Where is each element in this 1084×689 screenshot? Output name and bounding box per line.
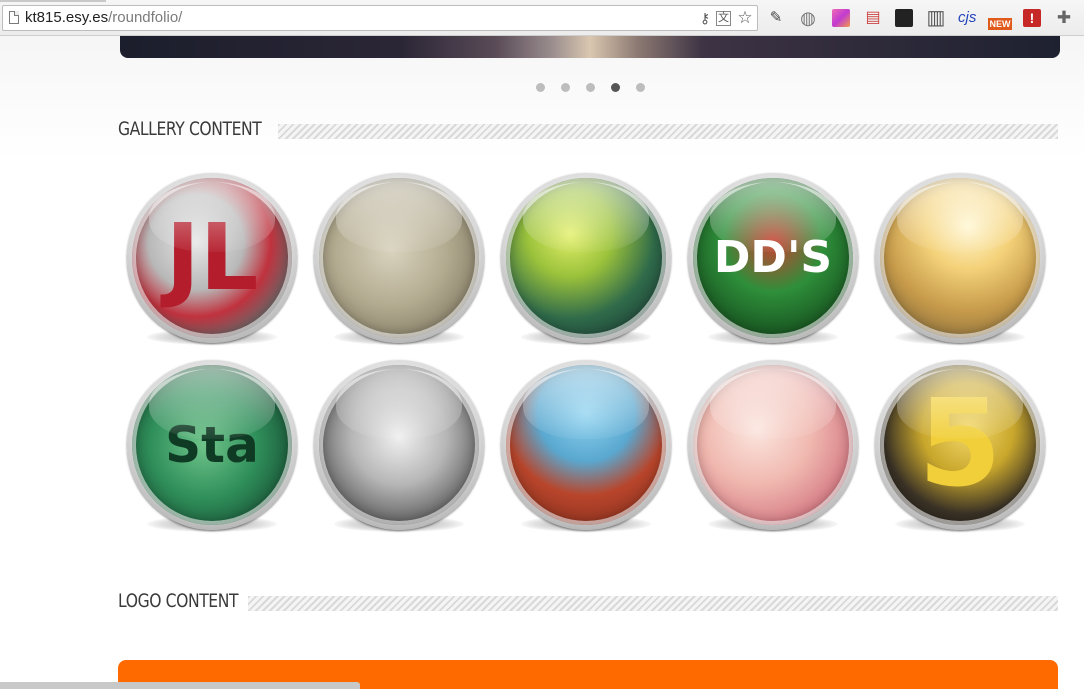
gallery-section-title: GALLERY CONTENT: [118, 118, 262, 140]
gallery-item-woman-portrait[interactable]: [688, 360, 858, 532]
gallery-item-gloss: [336, 182, 462, 252]
gallery-item-gloss: [149, 369, 275, 439]
gallery-item-gloss: [710, 369, 836, 439]
address-bar[interactable]: kt815.esy.es/roundfolio/ ⚷ 文 ☆: [2, 5, 758, 31]
browser-window: kt815.esy.es/roundfolio/ ⚷ 文 ☆ ✎ ◍ ▤ ▥ c…: [0, 0, 1084, 689]
gallery-item-gloss: [523, 182, 649, 252]
gallery-item-gloss: [897, 369, 1023, 439]
logo-section-title: LOGO CONTENT: [118, 590, 239, 612]
columns-icon[interactable]: ▥: [926, 8, 946, 28]
gallery-item-sunset-lizard[interactable]: [875, 173, 1045, 345]
page-icon: [9, 11, 19, 24]
url-text[interactable]: kt815.esy.es/roundfolio/: [25, 9, 182, 27]
globe-icon[interactable]: ◍: [798, 8, 818, 28]
logo-title-divider: [248, 596, 1058, 611]
browser-toolbar: kt815.esy.es/roundfolio/ ⚷ 文 ☆ ✎ ◍ ▤ ▥ c…: [0, 0, 1084, 36]
slider-dot-1[interactable]: [536, 83, 545, 92]
cjs-icon[interactable]: cjs: [958, 9, 976, 27]
gallery-item-astronaut[interactable]: [501, 173, 671, 345]
gallery-item-sketch-portrait[interactable]: [314, 173, 484, 345]
slider-dot-4[interactable]: [611, 83, 620, 92]
url-host: kt815.esy.es: [25, 9, 109, 26]
slider-dot-5[interactable]: [636, 83, 645, 92]
gallery-item-guitar[interactable]: [501, 360, 671, 532]
gallery-item-number-five[interactable]: 5: [875, 360, 1045, 532]
horizontal-scrollbar[interactable]: [0, 682, 360, 689]
alert-icon[interactable]: !: [1023, 9, 1041, 27]
notes-icon[interactable]: ▤: [863, 8, 883, 28]
gallery-item-city-construction[interactable]: [314, 360, 484, 532]
gallery-item-gloss: [336, 369, 462, 439]
gallery-item-stay-green[interactable]: Sta: [127, 360, 297, 532]
gallery-item-gloss: [710, 182, 836, 252]
star-icon[interactable]: ☆: [737, 9, 753, 26]
new-feed-icon[interactable]: NEW: [988, 18, 1012, 30]
gallery-item-beer-can[interactable]: DD'S: [688, 173, 858, 345]
puzzle-icon[interactable]: ✚: [1054, 8, 1074, 28]
slider-dot-3[interactable]: [586, 83, 595, 92]
active-tab-edge[interactable]: [0, 0, 106, 2]
checklist-icon[interactable]: [895, 9, 913, 27]
eyedropper-icon[interactable]: ✎: [766, 8, 786, 28]
gallery-item-gloss: [897, 182, 1023, 252]
gallery-item-gloss: [523, 369, 649, 439]
key-icon[interactable]: ⚷: [697, 10, 713, 26]
hero-slider[interactable]: [120, 36, 1060, 58]
gallery-item-gloss: [149, 182, 275, 252]
color-palette-icon[interactable]: [832, 9, 850, 27]
gallery-item-jl-typography[interactable]: JL: [127, 173, 297, 345]
translate-icon[interactable]: 文: [716, 11, 731, 26]
slider-dot-2[interactable]: [561, 83, 570, 92]
url-path: /roundfolio/: [108, 9, 183, 26]
gallery-title-divider: [278, 124, 1058, 139]
